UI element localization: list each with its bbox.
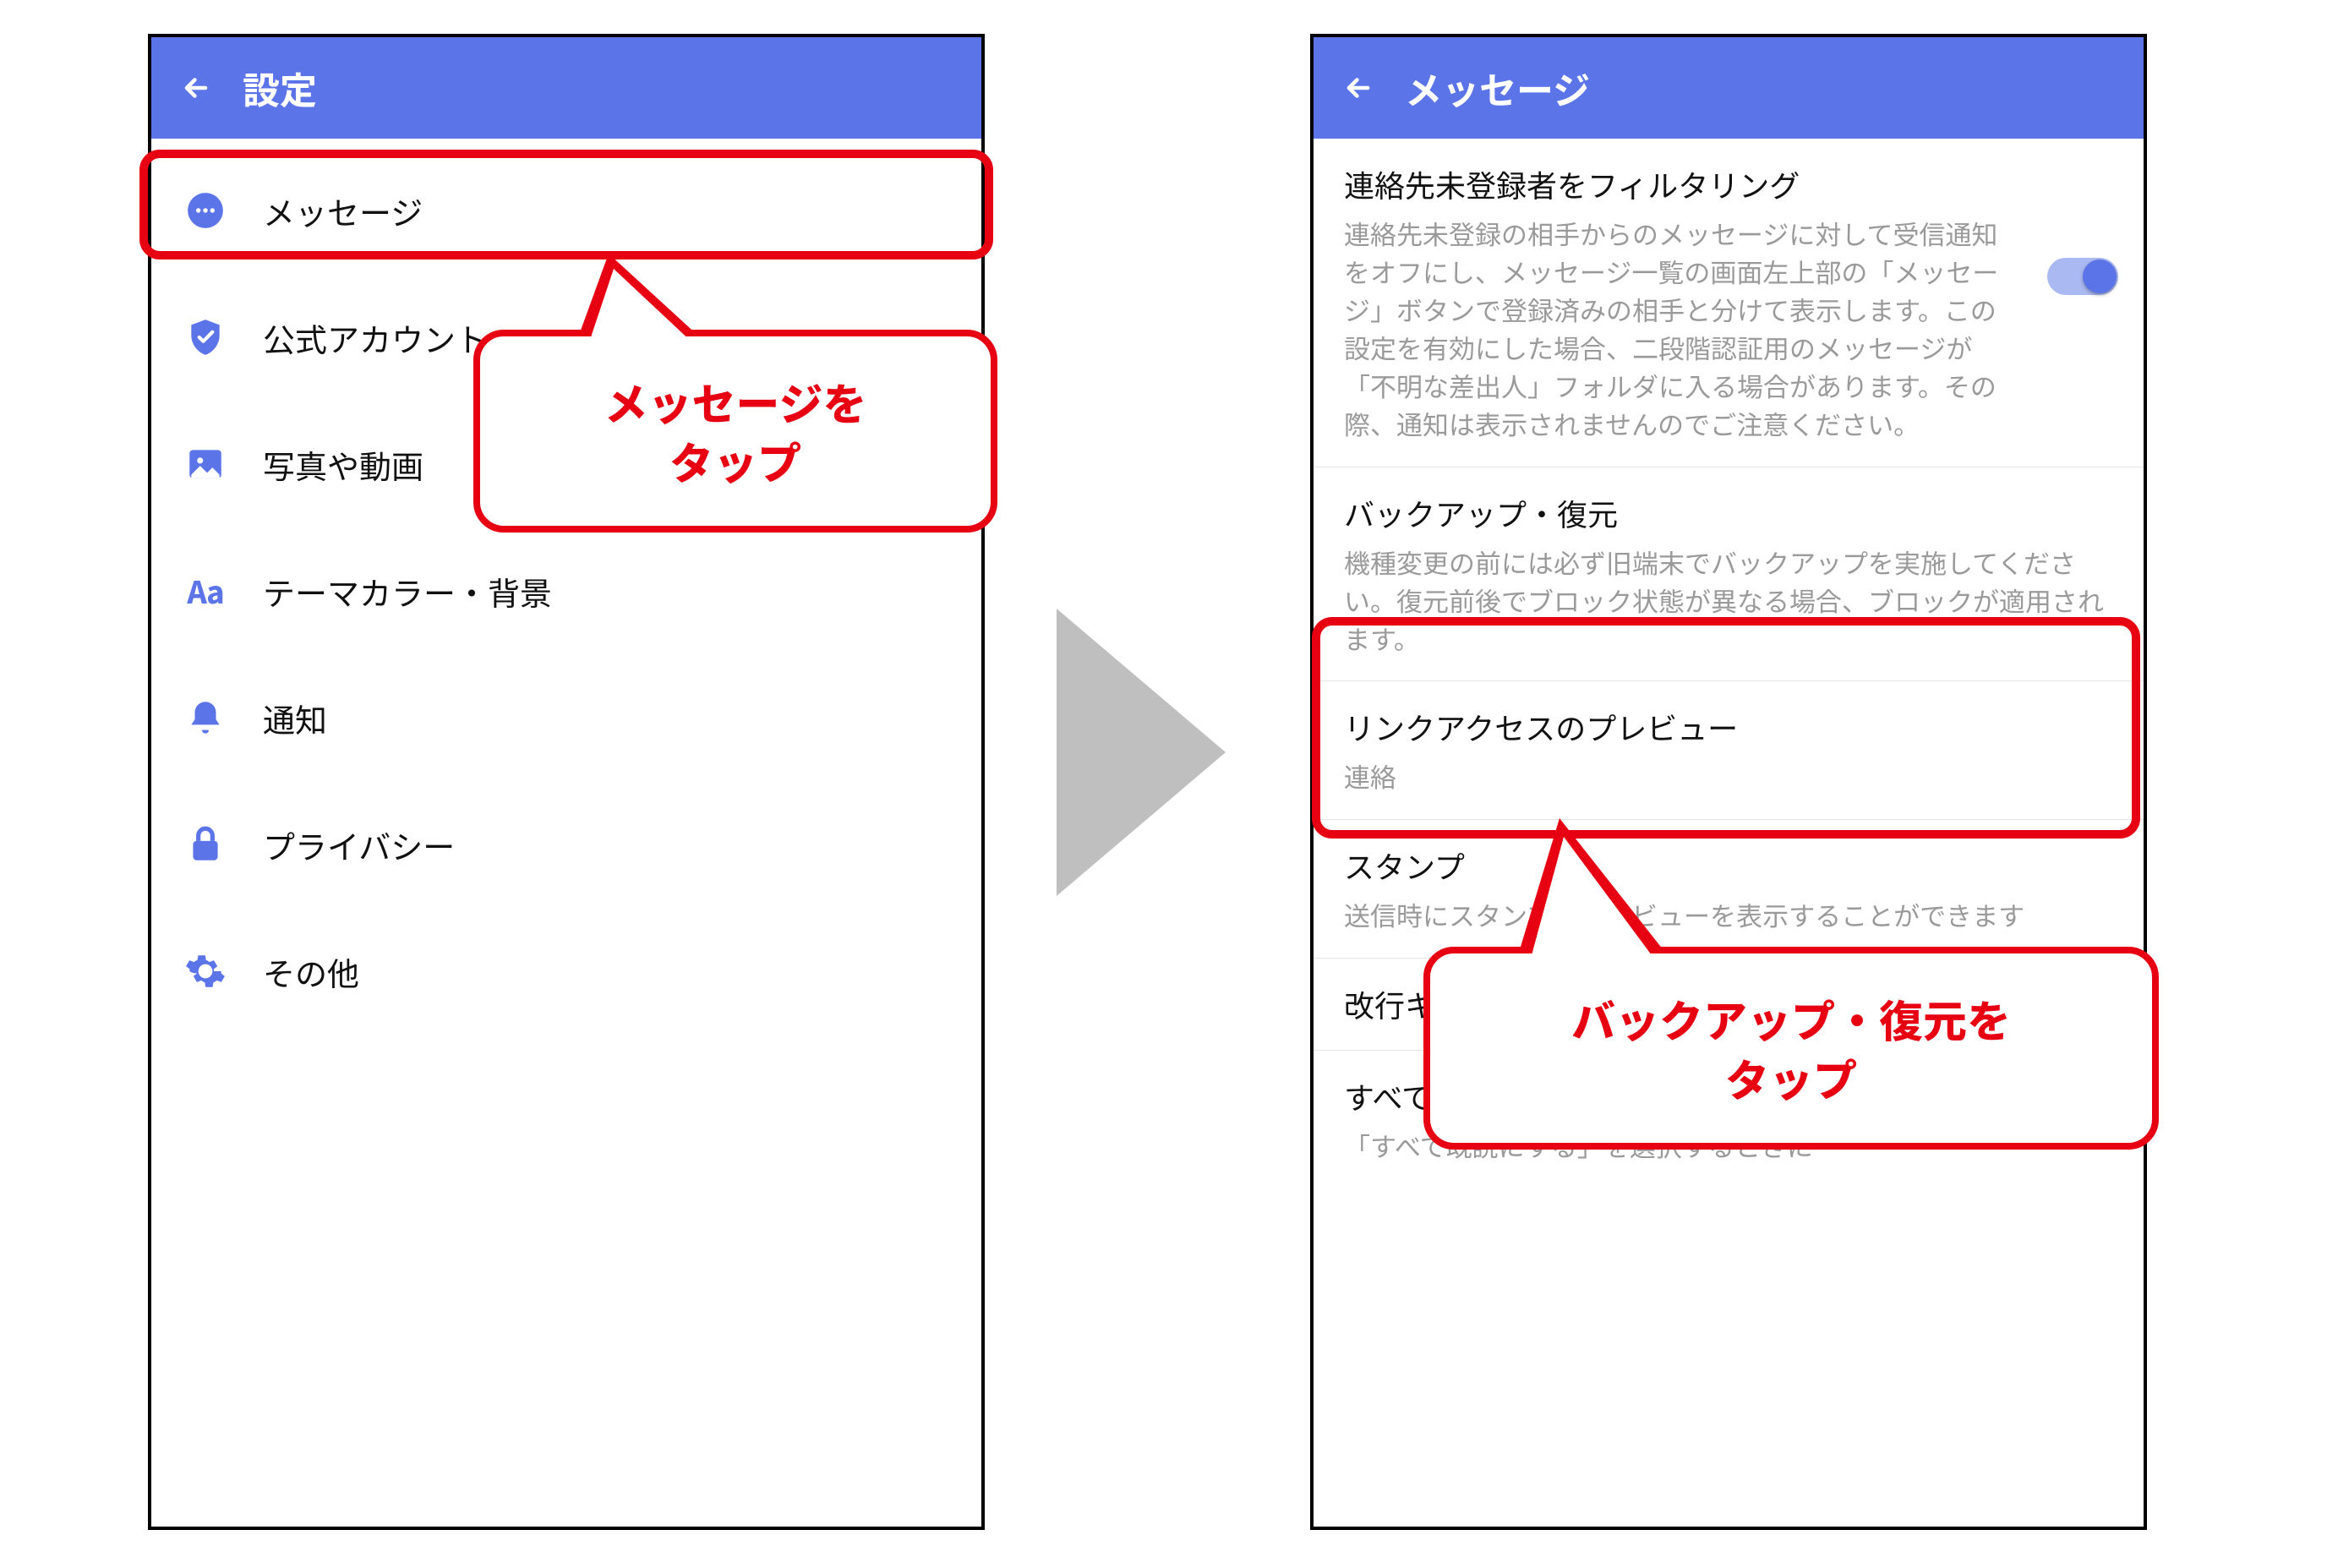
toggle-filter-unknown[interactable] <box>2047 258 2118 295</box>
setting-title: リンクアクセスのプレビュー <box>1344 705 2113 749</box>
chevron-right-icon <box>1057 609 1226 896</box>
setting-desc: 連絡 <box>1344 757 2113 795</box>
setting-stamp[interactable]: スタンプ 送信時にスタンプのプレビューを表示することができます <box>1314 820 2144 959</box>
aa-icon: Aa <box>182 567 229 615</box>
list-item-label: 通知 <box>263 695 327 741</box>
setting-title: スタンプ <box>1344 844 2113 888</box>
settings-item-other[interactable]: その他 <box>151 908 981 1035</box>
setting-link-preview[interactable]: リンクアクセスのプレビュー 連絡 <box>1314 681 2144 820</box>
chat-bubble-icon <box>182 187 229 234</box>
appbar-title: 設定 <box>243 61 317 115</box>
list-item-label: テーマカラー・背景 <box>263 568 552 615</box>
list-item-label: メッセージ <box>263 188 423 234</box>
list-item-label: プライバシー <box>263 822 455 868</box>
setting-backup-restore[interactable]: バックアップ・復元 機種変更の前には必ず旧端末でバックアップを実施してください。… <box>1314 467 2144 682</box>
callout-tail-fill <box>588 269 695 345</box>
shield-check-icon <box>182 314 229 361</box>
phone-left: 設定 メッセージ 公式アカウント 写真や動画 Aa テーマカラー・背景 <box>148 34 985 1530</box>
arrow-left-icon <box>180 61 212 115</box>
image-icon <box>182 440 229 488</box>
back-button[interactable] <box>175 67 217 109</box>
settings-item-notifications[interactable]: 通知 <box>151 654 981 781</box>
setting-title: 連絡先未登録者をフィルタリング <box>1344 162 2113 206</box>
gear-icon <box>182 948 229 995</box>
back-button[interactable] <box>1337 67 1379 109</box>
setting-title: バックアップ・復元 <box>1344 491 2113 535</box>
callout-tap-backup: バックアップ・復元を タップ <box>1423 947 2159 1150</box>
setting-desc: 連絡先未登録の相手からのメッセージに対して受信通知をオフにし、メッセージ一覧の画… <box>1344 215 2113 443</box>
appbar-settings: 設定 <box>151 37 981 139</box>
appbar-title: メッセージ <box>1405 61 1590 115</box>
arrow-left-icon <box>1342 61 1374 115</box>
lock-icon <box>182 821 229 868</box>
setting-desc: 送信時にスタンプのプレビューを表示することができます <box>1344 896 2113 934</box>
settings-item-privacy[interactable]: プライバシー <box>151 781 981 908</box>
phone-right: メッセージ 連絡先未登録者をフィルタリング 連絡先未登録の相手からのメッセージに… <box>1310 34 2147 1530</box>
settings-item-theme[interactable]: Aa テーマカラー・背景 <box>151 527 981 654</box>
bell-icon <box>182 694 229 741</box>
setting-desc: 機種変更の前には必ず旧端末でバックアップを実施してください。復元前後でブロック状… <box>1344 544 2113 658</box>
settings-item-message[interactable]: メッセージ <box>151 147 981 274</box>
list-item-label: その他 <box>263 948 359 995</box>
setting-filter-unknown[interactable]: 連絡先未登録者をフィルタリング 連絡先未登録の相手からのメッセージに対して受信通… <box>1314 139 2144 467</box>
appbar-message: メッセージ <box>1314 37 2144 139</box>
settings-list: メッセージ 公式アカウント 写真や動画 Aa テーマカラー・背景 通知 <box>151 139 981 1035</box>
list-item-label: 公式アカウント <box>263 314 488 361</box>
callout-tap-message: メッセージを タップ <box>473 330 997 533</box>
callout-tail-fill <box>1532 837 1652 955</box>
list-item-label: 写真や動画 <box>263 441 423 488</box>
